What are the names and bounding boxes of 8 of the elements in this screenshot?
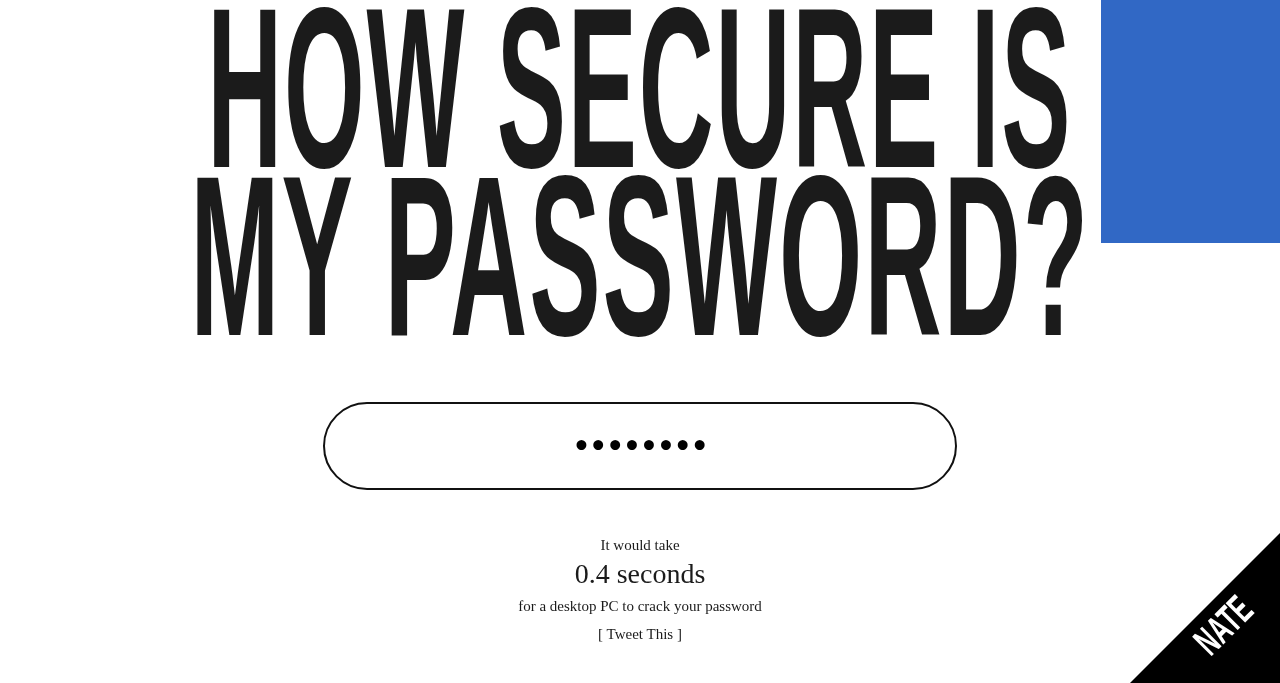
donate-ribbon[interactable]: NATE [1130, 533, 1280, 683]
tweet-link[interactable]: [ Tweet This ] [598, 622, 682, 646]
password-field[interactable]: •••••••• [323, 402, 957, 490]
crack-time: 0.4 seconds [574, 557, 706, 591]
page-title: HOW SECURE IS [207, 4, 1073, 172]
page-title: MY PASSWORD? [190, 172, 1090, 340]
result-detail: for a desktop PC to crack your password [518, 597, 762, 616]
result-intro: It would take [600, 536, 680, 555]
